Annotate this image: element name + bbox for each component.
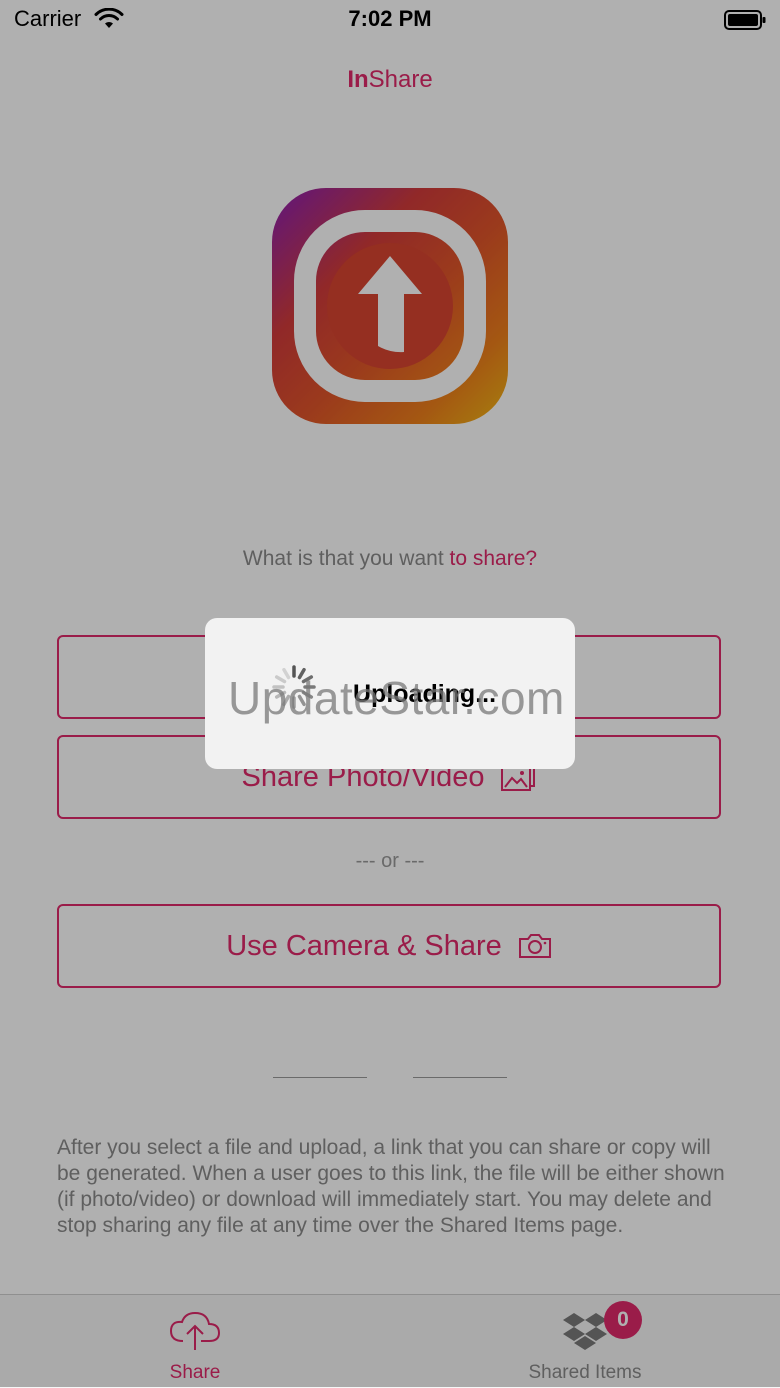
watermark-text: UpdateStar.com — [228, 672, 565, 724]
app-screen: Carrier 7:02 PM InShare What is that you… — [0, 0, 780, 1388]
